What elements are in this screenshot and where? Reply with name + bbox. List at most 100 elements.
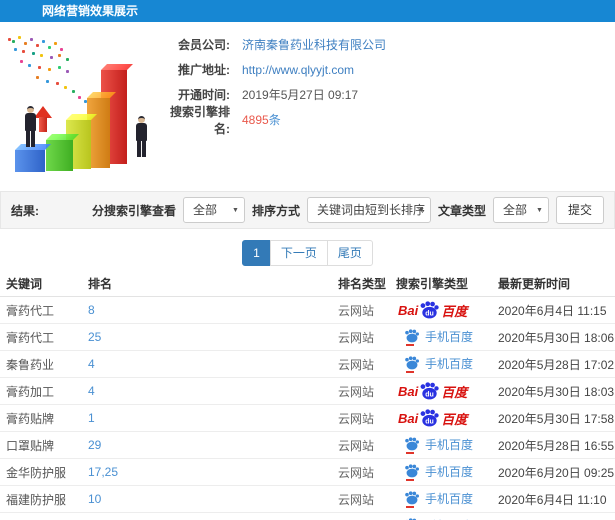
updated-cell: 2020年6月20日 09:25 <box>498 465 615 480</box>
table-row-partial: 手机百度 <box>0 513 615 520</box>
result-label: 结果: <box>11 203 39 218</box>
engine-rank-value: 4895条 <box>242 111 281 128</box>
result-filter-bar: 结果: 分搜索引擎查看 全部 ▼ 排序方式 关键词由短到长排序 ▼ 文章类型 全… <box>0 191 615 229</box>
keyword-cell: 膏药代工 <box>6 303 55 318</box>
mobile-baidu-paw-icon <box>404 356 420 373</box>
table-header-row: 关键词 排名 排名类型 搜索引擎类型 最新更新时间 <box>0 270 615 297</box>
rank-type-cell: 云网站 <box>338 438 375 453</box>
svg-text:du: du <box>425 418 434 425</box>
mobile-baidu-logo: 手机百度 <box>396 463 473 481</box>
keyword-cell: 膏药贴牌 <box>6 411 55 426</box>
keyword-cell: 膏药代工 <box>6 330 55 345</box>
pagination: 1 下一页 尾页 <box>0 239 615 266</box>
mobile-baidu-paw-icon <box>404 437 420 454</box>
pagination-last[interactable]: 尾页 <box>326 239 373 266</box>
filter-controls: 分搜索引擎查看 全部 ▼ 排序方式 关键词由短到长排序 ▼ 文章类型 全部 ▼ … <box>92 196 604 224</box>
table-row: 金华防护服 17,25 云网站 手机百度 2020年6月20日 09:25 <box>0 459 615 486</box>
pagination-next[interactable]: 下一页 <box>269 239 328 266</box>
member-info-section: 会员公司: 济南秦鲁药业科技有限公司 推广地址: http://www.qlyy… <box>0 22 615 185</box>
mobile-baidu-paw-icon <box>404 329 420 346</box>
engine-view-select[interactable]: 全部 ▼ <box>182 197 245 223</box>
rank-link[interactable]: 8 <box>88 303 95 317</box>
rank-type-cell: 云网站 <box>338 357 375 372</box>
header-updated: 最新更新时间 <box>498 276 571 291</box>
table-row: 福建防护服 10 云网站 手机百度 2020年6月4日 11:10 <box>0 486 615 513</box>
company-link[interactable]: 济南秦鲁药业科技有限公司 <box>242 36 386 53</box>
rank-link[interactable]: 1 <box>88 411 95 425</box>
keyword-rank-table: 关键词 排名 排名类型 搜索引擎类型 最新更新时间 膏药代工 8 云网站 Bai… <box>0 270 615 520</box>
submit-button[interactable]: 提交 <box>555 196 604 224</box>
rank-link[interactable]: 25 <box>88 330 101 344</box>
updated-cell: 2020年5月30日 17:58 <box>498 411 615 426</box>
mobile-baidu-paw-icon <box>404 491 420 508</box>
rank-link[interactable]: 17,25 <box>88 465 118 479</box>
mobile-baidu-logo: 手机百度 <box>396 436 474 454</box>
baidu-pc-logo: Bai du 百度 <box>398 301 468 319</box>
header-rank-type: 排名类型 <box>338 276 387 291</box>
sort-label: 排序方式 <box>251 203 300 218</box>
keyword-cell: 秦鲁药业 <box>6 357 55 372</box>
table-row: 口罩贴牌 29 云网站 手机百度 2020年5月28日 16:55 <box>0 432 615 459</box>
table-row: 膏药贴牌 1 云网站 Bai du 百度 2020年5月30日 17:58 <box>0 405 615 432</box>
table-row: 秦鲁药业 4 云网站 手机百度 2020年5月28日 17:02 <box>0 351 615 378</box>
svg-text:du: du <box>425 310 434 317</box>
businessman-figure-right <box>136 116 147 157</box>
mobile-baidu-logo: 手机百度 <box>396 490 474 508</box>
rank-type-cell: 云网站 <box>338 411 375 426</box>
page: 网络营销效果展示 会员公司: 济南秦鲁药业科技有限公司 推广地址: http:/… <box>0 0 615 520</box>
rank-type-cell: 云网站 <box>338 303 375 318</box>
sort-select[interactable]: 关键词由短到长排序 ▼ <box>306 197 431 223</box>
pagination-page-1[interactable]: 1 <box>242 239 271 266</box>
bar-chart-illustration <box>2 34 172 182</box>
engine-view-selected: 全部 <box>192 203 217 217</box>
keyword-cell: 金华防护服 <box>6 465 67 480</box>
svg-text:du: du <box>425 391 434 398</box>
baidu-pc-logo: Bai du 百度 <box>398 382 468 400</box>
chevron-down-icon: ▼ <box>418 207 425 214</box>
rank-link[interactable]: 10 <box>88 492 101 506</box>
keyword-cell: 口罩贴牌 <box>6 438 55 453</box>
member-company-row: 会员公司: 济南秦鲁药业科技有限公司 <box>158 32 615 57</box>
header-keyword: 关键词 <box>6 276 43 291</box>
chevron-down-icon: ▼ <box>536 207 543 214</box>
rank-link[interactable]: 4 <box>88 384 95 398</box>
businessman-figure-left <box>25 106 36 147</box>
header-engine-type: 搜索引擎类型 <box>396 276 469 291</box>
updated-cell: 2020年6月4日 11:15 <box>498 303 607 318</box>
table-row: 膏药代工 8 云网站 Bai du 百度 2020年6月4日 11:15 <box>0 297 615 324</box>
confetti-decoration <box>8 38 11 41</box>
header-rank: 排名 <box>88 276 113 291</box>
promo-url-link[interactable]: http://www.qlyyjt.com <box>242 63 354 77</box>
table-row: 膏药加工 4 云网站 Bai du 百度 2020年5月30日 18:03 <box>0 378 615 405</box>
sort-selected: 关键词由短到长排序 <box>316 203 425 217</box>
engine-rank-row: 搜索引擎排名: 4895条 <box>158 105 615 136</box>
engine-rank-unit: 条 <box>268 113 281 127</box>
chevron-down-icon: ▼ <box>232 207 239 214</box>
illustration-bar-blue <box>15 150 45 172</box>
mobile-baidu-label: 手机百度 <box>425 492 474 507</box>
rank-link[interactable]: 4 <box>88 357 95 371</box>
mobile-baidu-logo: 手机百度 <box>396 355 473 373</box>
baidu-paw-icon: du <box>419 382 440 400</box>
rank-link[interactable]: 29 <box>88 438 101 452</box>
baidu-paw-icon: du <box>419 301 440 319</box>
rank-type-cell: 云网站 <box>338 384 375 399</box>
mobile-baidu-paw-icon <box>404 464 420 481</box>
updated-cell: 2020年5月30日 18:03 <box>498 384 615 399</box>
article-type-selected: 全部 <box>502 203 527 217</box>
keyword-cell: 膏药加工 <box>6 384 55 399</box>
mobile-baidu-label: 手机百度 <box>425 330 474 345</box>
rank-type-cell: 云网站 <box>338 330 375 345</box>
article-type-label: 文章类型 <box>437 203 486 218</box>
updated-cell: 2020年5月28日 16:55 <box>498 438 615 453</box>
updated-cell: 2020年5月30日 18:06 <box>498 330 615 345</box>
member-info-rows: 会员公司: 济南秦鲁药业科技有限公司 推广地址: http://www.qlyy… <box>158 22 615 136</box>
engine-view-label: 分搜索引擎查看 <box>91 203 176 218</box>
article-type-select[interactable]: 全部 ▼ <box>492 197 549 223</box>
rank-type-cell: 云网站 <box>338 465 375 480</box>
mobile-baidu-label: 手机百度 <box>425 438 474 453</box>
table-row: 膏药代工 25 云网站 手机百度 2020年5月30日 18:06 <box>0 324 615 351</box>
mobile-baidu-logo: 手机百度 <box>396 328 474 346</box>
open-time-value: 2019年5月27日 09:17 <box>242 88 359 102</box>
updated-cell: 2020年6月4日 11:10 <box>498 492 607 507</box>
